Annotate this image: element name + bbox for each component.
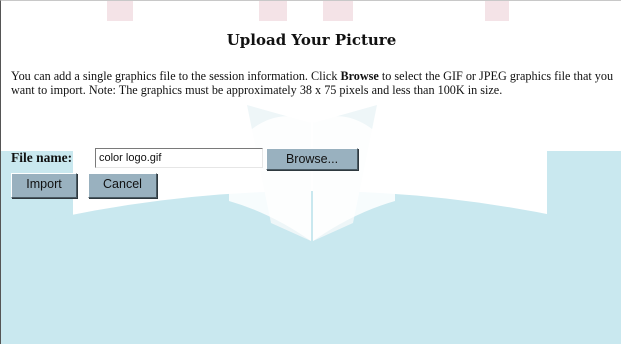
upload-dialog: Upload Your Picture You can add a single… bbox=[0, 0, 621, 344]
file-name-label: File name: bbox=[11, 150, 73, 165]
cancel-button[interactable]: Cancel bbox=[88, 173, 157, 198]
instructions-part-1: You can add a single graphics file to th… bbox=[11, 69, 341, 83]
import-button[interactable]: Import bbox=[11, 173, 77, 198]
page-title: Upload Your Picture bbox=[226, 31, 397, 49]
browse-button[interactable]: Browse... bbox=[266, 148, 358, 170]
file-name-input[interactable]: color logo.gif bbox=[95, 148, 263, 168]
instructions-text: You can add a single graphics file to th… bbox=[11, 69, 617, 97]
content-area: Upload Your Picture You can add a single… bbox=[1, 1, 621, 344]
instructions-browse-emphasis: Browse bbox=[340, 69, 379, 83]
